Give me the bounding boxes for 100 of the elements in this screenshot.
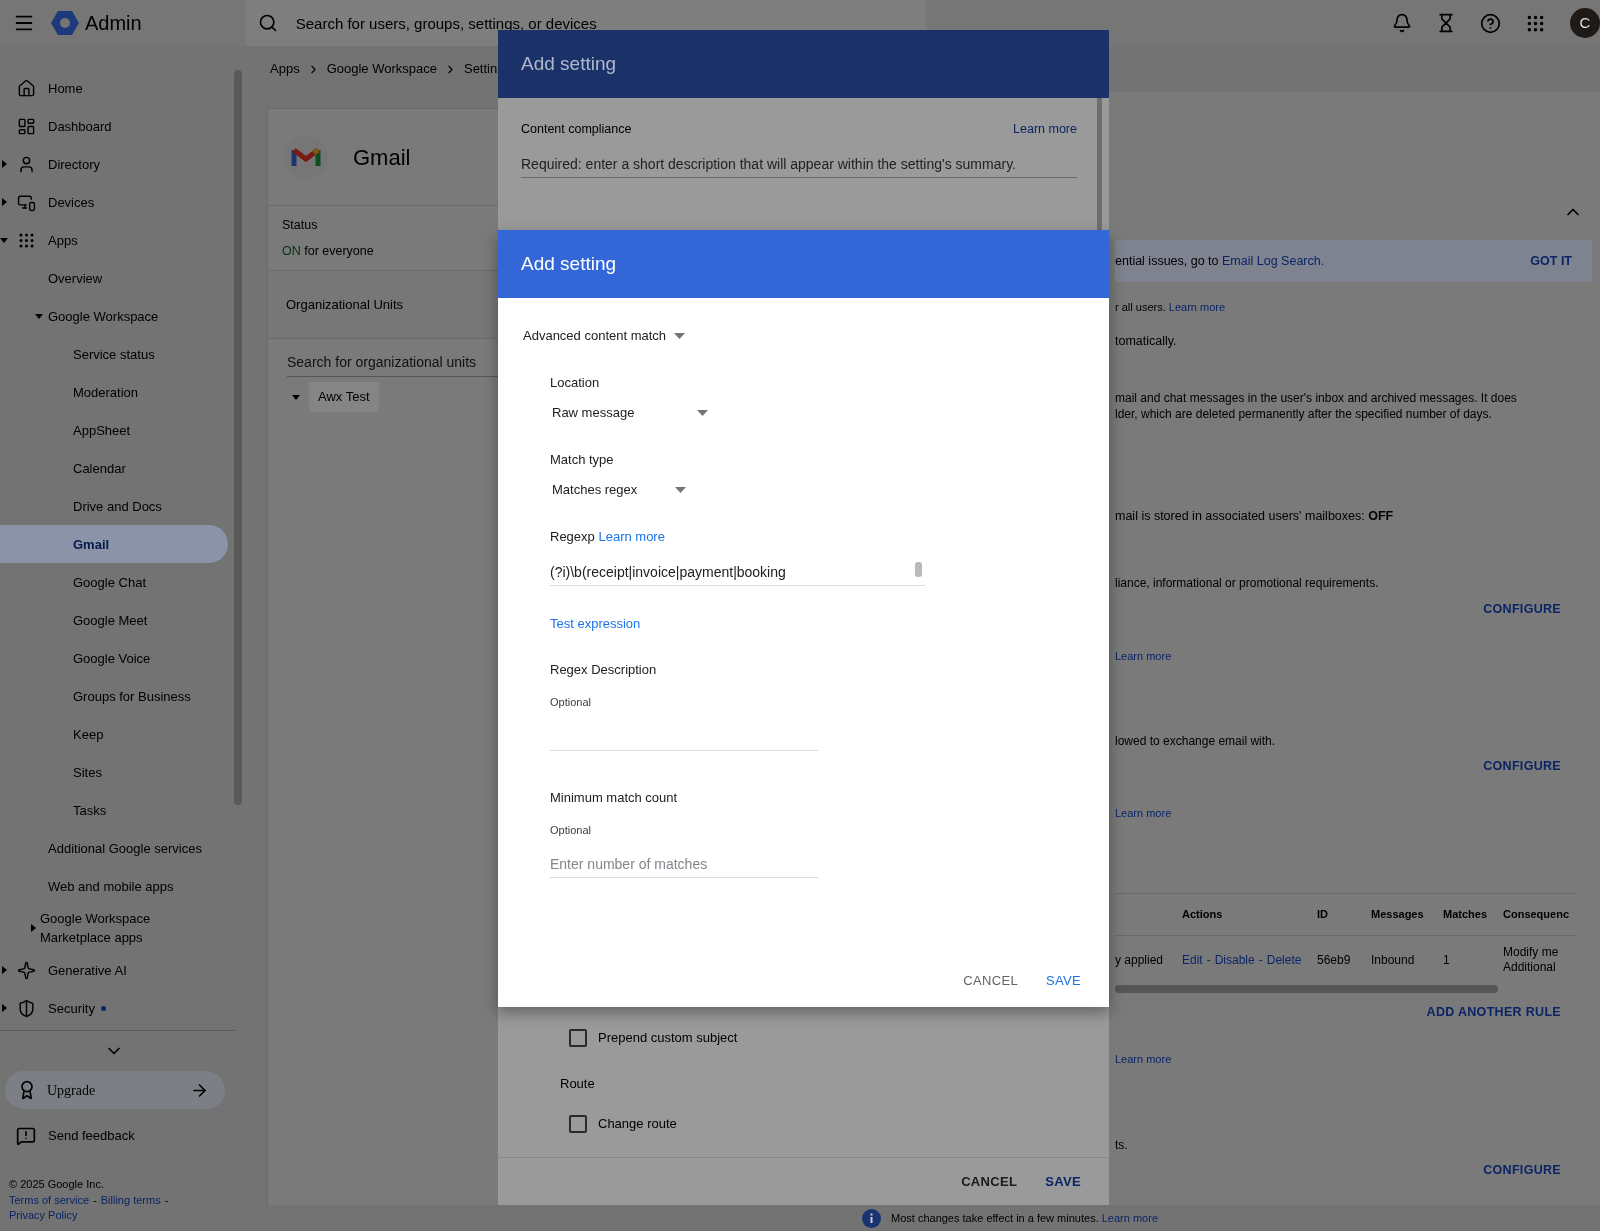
help-icon[interactable] [1480,12,1501,34]
learn-more-link[interactable]: Learn more [1168,301,1226,313]
rule-action-link[interactable]: Delete [1266,951,1302,970]
scroll-thumb [915,562,922,577]
sidebar-item[interactable]: Dashboard [0,107,228,145]
column-header: Consequenc [1503,907,1570,923]
footer-link[interactable]: Privacy Policy [9,1208,78,1224]
footer-link[interactable]: Billing terms [100,1192,161,1208]
description-field[interactable]: Required: enter a short description that will appear within the setting's summary. [521,151,1077,178]
learn-more-link[interactable]: Learn more [1013,120,1077,139]
sidebar-item[interactable]: Google Workspace Marketplace apps [0,905,228,951]
breadcrumb-link[interactable]: Apps [270,59,300,79]
learn-more-link[interactable]: Learn more [598,527,665,547]
dashboard-icon [17,116,36,136]
setting-text: tomatically. [1115,333,1178,350]
checkbox[interactable] [569,1115,587,1133]
checkbox[interactable] [569,1029,587,1047]
configure-button[interactable]: CONFIGURE [1475,753,1569,779]
info-icon [862,1208,881,1228]
configure-button[interactable]: ADD ANOTHER RULE [1418,999,1569,1025]
field-label: Regex Description [550,661,658,679]
sidebar-item[interactable]: Additional Google services [0,829,228,867]
description-text: mail and chat messages in the user's inbox and archived messages. It does [1115,390,1518,406]
separator-text: - [1206,952,1211,970]
sidebar-item[interactable]: Calendar [0,449,228,487]
person-icon [17,154,36,174]
sidebar-item[interactable]: Moderation [0,373,228,411]
dropdown-caret-icon [674,333,686,339]
sidebar-item[interactable]: Drive and Docs [0,487,228,525]
got-it-button[interactable]: GOT IT [1526,251,1576,271]
copyright-text: © 2025 Google Inc. [9,1177,105,1192]
dropdown-caret-icon [697,410,708,416]
account-avatar[interactable]: C [1570,8,1600,38]
configure-button[interactable]: CONFIGURE [1475,1157,1569,1183]
sidebar-item[interactable]: Home [0,69,228,107]
save-button[interactable]: SAVE [1037,965,1089,997]
sidebar-item[interactable]: Web and mobile apps [0,867,228,905]
dialog-title: Add setting [521,251,617,276]
org-search-field[interactable]: Search for organizational units [287,347,498,377]
column-header: Actions [1182,907,1224,923]
sidebar-item[interactable]: Devices [0,183,228,221]
hourglass-icon[interactable] [1436,13,1456,33]
logo-icon [51,10,79,36]
table-cell-text: 1 [1443,952,1451,970]
sidebar-item[interactable]: Security [0,989,228,1027]
cancel-button[interactable]: CANCEL [953,1165,1026,1198]
home-icon [17,78,36,98]
shield-icon [17,998,36,1018]
breadcrumb-link[interactable]: Google Workspace [326,59,437,79]
regex-field[interactable]: (?i)\b(receipt|invoice|payment|booking [550,559,925,586]
separator-text: - [93,1192,97,1208]
feedback-item[interactable]: Send feedback [0,1117,245,1155]
sidebar-item[interactable]: Overview [0,259,228,297]
sidebar-item[interactable]: Google Chat [0,563,228,601]
learn-more-link[interactable]: Learn more [1115,805,1172,821]
sidebar-item[interactable]: Google Workspace [0,297,228,335]
grid-icon [17,230,36,250]
sidebar-item[interactable]: Tasks [0,791,228,829]
sparkle-icon [17,960,36,980]
checkbox-label: Prepend custom subject [598,1029,738,1048]
learn-more-link[interactable]: Learn more [1115,1051,1172,1067]
footer-link[interactable]: Terms of service [9,1192,90,1208]
test-expression-link[interactable]: Test expression [550,615,641,633]
upgrade-button[interactable]: Upgrade [5,1071,225,1109]
breadcrumb-link[interactable]: Settin [463,59,498,79]
learn-more-link[interactable]: Learn more [1115,648,1172,664]
sidebar-item[interactable]: Apps [0,221,228,259]
banner-text: ential issues, go to Email Log Search. [1115,252,1325,270]
learn-more-link[interactable]: Learn more [1101,1211,1158,1224]
org-unit-chip[interactable]: Awx Test [309,382,379,412]
app-title: Gmail [353,143,411,172]
notifications-icon[interactable] [1392,13,1412,33]
description-text: lowed to exchange email with. [1115,733,1277,749]
search-field[interactable]: Search for users, groups, settings, or devices [295,8,926,38]
configure-button[interactable]: CONFIGURE [1475,596,1569,622]
select-field[interactable]: Raw message [550,402,708,424]
status-value: ON for everyone [282,242,375,260]
cancel-button[interactable]: CANCEL [955,965,1026,997]
sidebar-item[interactable]: Gmail [0,525,228,563]
rule-action-link[interactable]: Disable [1214,951,1255,970]
sidebar-item[interactable]: Keep [0,715,228,753]
select-field[interactable]: Matches regex [550,479,686,501]
status-label: Status [282,216,319,234]
field-label: Minimum match count [550,789,679,807]
devices-icon [17,192,36,212]
sidebar-item[interactable]: Sites [0,753,228,791]
sidebar-item[interactable]: Directory [0,145,228,183]
sidebar-item[interactable]: AppSheet [0,411,228,449]
sidebar-item[interactable]: Generative AI [0,951,228,989]
text-field[interactable]: Enter number of matches [550,851,818,878]
column-header: Messages [1371,907,1425,923]
sidebar-item[interactable]: Google Voice [0,639,228,677]
email-log-search-link[interactable]: Email Log Search. [1222,253,1325,268]
setting-type-dropdown[interactable]: Advanced content match [523,324,686,348]
save-button[interactable]: SAVE [1037,1165,1089,1198]
note-text: r all users. Learn more [1115,300,1227,315]
sidebar-item[interactable]: Service status [0,335,228,373]
rule-action-link[interactable]: Edit [1182,951,1203,970]
sidebar-item[interactable]: Google Meet [0,601,228,639]
sidebar-item[interactable]: Groups for Business [0,677,228,715]
